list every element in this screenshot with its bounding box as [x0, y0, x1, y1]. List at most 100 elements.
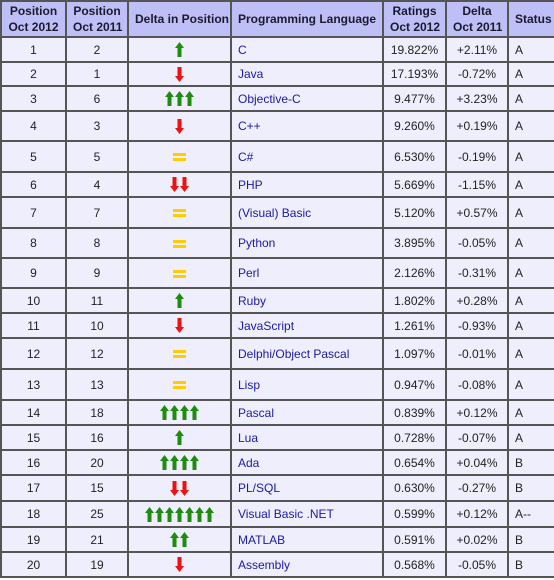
header-text: Oct 2011 — [453, 20, 503, 34]
trend-indicator — [175, 66, 184, 82]
language-cell[interactable]: Lua — [230, 424, 384, 451]
header-text: Programming Language — [238, 12, 377, 26]
table-row: 3 6 Objective-C 9.477% +3.23% A — [0, 85, 554, 112]
trend-indicator — [160, 405, 199, 421]
rating-cell: 0.599% — [382, 500, 447, 528]
table-body: 1 2 C 19.822% +2.11% A 2 1 Java 17.193% … — [0, 36, 554, 578]
header-text: Delta — [462, 4, 492, 18]
language-cell[interactable]: Visual Basic .NET — [230, 500, 384, 528]
delta-position-cell — [127, 110, 232, 142]
table-header: Position Oct 2012 Position Oct 2011 Delt… — [0, 0, 554, 38]
header-text: Oct 2012 — [8, 20, 59, 34]
header-text: Oct 2011 — [73, 20, 123, 34]
language-cell[interactable]: C — [230, 36, 384, 63]
position-oct-2011-cell: 5 — [65, 140, 129, 173]
language-cell[interactable]: MATLAB — [230, 526, 384, 553]
language-cell[interactable]: C# — [230, 140, 384, 173]
language-cell[interactable]: C++ — [230, 110, 384, 142]
delta-position-cell — [127, 526, 232, 553]
language-cell[interactable]: Objective-C — [230, 85, 384, 112]
language-cell[interactable]: Ruby — [230, 287, 384, 314]
position-oct-2012-cell: 17 — [0, 474, 67, 502]
language-cell[interactable]: Delphi/Object Pascal — [230, 337, 384, 370]
arrow-up-icon — [195, 506, 204, 522]
status-cell: B — [507, 551, 554, 578]
language-cell[interactable]: Assembly — [230, 551, 384, 578]
rating-cell: 0.654% — [382, 449, 447, 476]
language-cell[interactable]: (Visual) Basic — [230, 196, 384, 229]
rating-cell: 5.120% — [382, 196, 447, 229]
rating-cell: 0.947% — [382, 368, 447, 401]
language-cell[interactable]: Python — [230, 227, 384, 259]
header-ratings-oct-2012: Ratings Oct 2012 — [382, 0, 447, 38]
delta-position-cell — [127, 337, 232, 370]
arrow-down-icon — [175, 557, 184, 573]
table-row: 14 18 Pascal 0.839% +0.12% A — [0, 399, 554, 426]
rating-cell: 0.839% — [382, 399, 447, 426]
rating-cell: 6.530% — [382, 140, 447, 173]
language-cell[interactable]: Lisp — [230, 368, 384, 401]
trend-indicator — [173, 381, 186, 390]
trend-indicator — [170, 480, 189, 496]
trend-indicator — [170, 177, 189, 193]
delta-position-cell — [127, 449, 232, 476]
table-row: 12 12 Delphi/Object Pascal 1.097% -0.01%… — [0, 337, 554, 370]
header-position-oct-2011: Position Oct 2011 — [65, 0, 129, 38]
delta-position-cell — [127, 399, 232, 426]
arrow-up-icon — [175, 293, 184, 309]
position-oct-2011-cell: 3 — [65, 110, 129, 142]
rating-cell: 0.630% — [382, 474, 447, 502]
delta-cell: -0.01% — [445, 337, 509, 370]
position-oct-2012-cell: 11 — [0, 312, 67, 339]
status-cell: A — [507, 140, 554, 173]
language-cell[interactable]: Ada — [230, 449, 384, 476]
delta-cell: +0.02% — [445, 526, 509, 553]
trend-indicator — [173, 153, 186, 162]
delta-position-cell — [127, 36, 232, 63]
position-oct-2012-cell: 16 — [0, 449, 67, 476]
delta-position-cell — [127, 500, 232, 528]
status-cell: A — [507, 227, 554, 259]
equal-icon — [173, 269, 186, 278]
language-cell[interactable]: Pascal — [230, 399, 384, 426]
status-cell: B — [507, 526, 554, 553]
language-cell[interactable]: PL/SQL — [230, 474, 384, 502]
position-oct-2011-cell: 1 — [65, 61, 129, 87]
delta-cell: +2.11% — [445, 36, 509, 63]
delta-position-cell — [127, 85, 232, 112]
language-cell[interactable]: PHP — [230, 171, 384, 198]
position-oct-2011-cell: 4 — [65, 171, 129, 198]
header-text: Position — [9, 4, 58, 18]
position-oct-2011-cell: 25 — [65, 500, 129, 528]
delta-position-cell — [127, 171, 232, 198]
status-cell: A — [507, 312, 554, 339]
status-cell: A — [507, 110, 554, 142]
language-cell[interactable]: Java — [230, 61, 384, 87]
rating-cell: 1.261% — [382, 312, 447, 339]
position-oct-2012-cell: 6 — [0, 171, 67, 198]
delta-cell: +0.04% — [445, 449, 509, 476]
rating-cell: 0.591% — [382, 526, 447, 553]
table-row: 19 21 MATLAB 0.591% +0.02% B — [0, 526, 554, 553]
delta-cell: +0.19% — [445, 110, 509, 142]
table-row: 18 25 Visual Basic .NET 0.599% +0.12% A-… — [0, 500, 554, 528]
position-oct-2011-cell: 11 — [65, 287, 129, 314]
table-row: 5 5 C# 6.530% -0.19% A — [0, 140, 554, 173]
language-cell[interactable]: Perl — [230, 257, 384, 289]
header-row: Position Oct 2012 Position Oct 2011 Delt… — [0, 0, 554, 38]
delta-cell: +0.28% — [445, 287, 509, 314]
table-row: 6 4 PHP 5.669% -1.15% A — [0, 171, 554, 198]
status-cell: A — [507, 61, 554, 87]
delta-cell: -0.19% — [445, 140, 509, 173]
language-cell[interactable]: JavaScript — [230, 312, 384, 339]
header-delta-oct-2011: Delta Oct 2011 — [445, 0, 509, 38]
trend-indicator — [175, 318, 184, 334]
delta-cell: +0.12% — [445, 500, 509, 528]
position-oct-2011-cell: 10 — [65, 312, 129, 339]
arrow-up-icon — [185, 506, 194, 522]
arrow-up-icon — [160, 455, 169, 471]
table-row: 17 15 PL/SQL 0.630% -0.27% B — [0, 474, 554, 502]
delta-cell: -1.15% — [445, 171, 509, 198]
equal-icon — [173, 350, 186, 359]
position-oct-2012-cell: 13 — [0, 368, 67, 401]
